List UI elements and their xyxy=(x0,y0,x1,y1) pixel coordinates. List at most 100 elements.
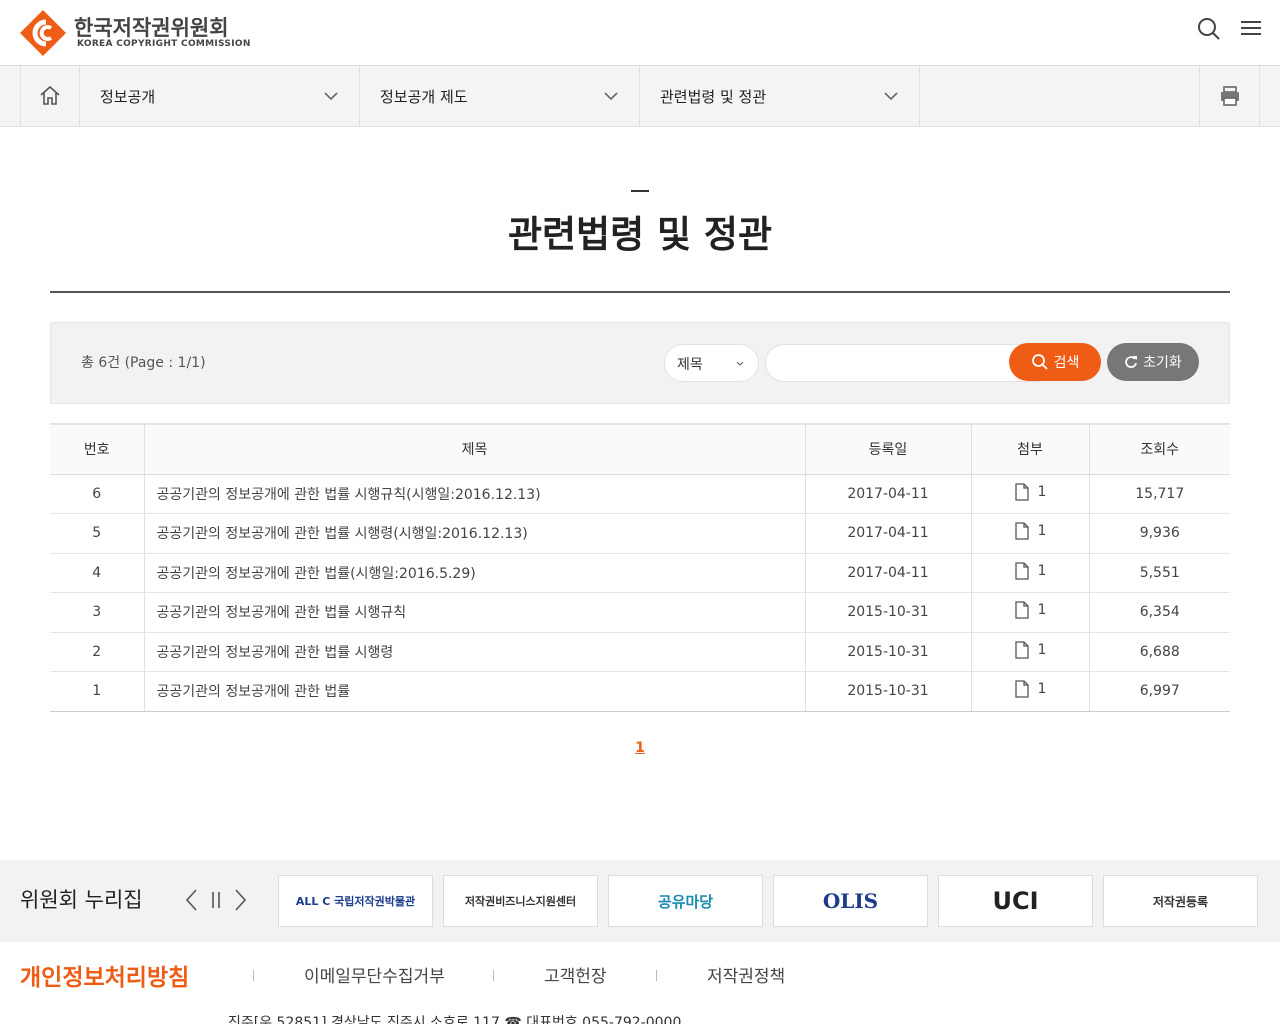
attachment-count: 1 xyxy=(1037,562,1047,579)
family-banner-copyright-registration[interactable]: 저작권등록 xyxy=(1103,875,1258,927)
row-number: 2 xyxy=(50,632,145,672)
row-views: 6,354 xyxy=(1089,592,1230,633)
home-button[interactable] xyxy=(20,66,80,126)
row-date: 2015-10-31 xyxy=(805,592,972,633)
title-divider xyxy=(50,291,1230,293)
nav-dropdown-3[interactable]: 관련법령 및 정관 xyxy=(640,66,920,126)
chevron-down-icon xyxy=(604,92,618,101)
banner-text: ALL C 국립저작권박물관 xyxy=(295,895,416,908)
column-header: 조회수 xyxy=(1089,423,1230,475)
row-attachment[interactable]: 1 xyxy=(971,592,1090,633)
file-icon xyxy=(1014,601,1029,619)
customer-charter-link[interactable]: 고객헌장 xyxy=(544,962,607,987)
row-views: 9,936 xyxy=(1089,513,1230,554)
reset-button[interactable]: 초기화 xyxy=(1107,343,1199,381)
column-header: 번호 xyxy=(50,423,145,475)
table-row[interactable]: 5 공공기관의 정보공개에 관한 법률 시행령(시행일:2016.12.13) … xyxy=(50,513,1230,554)
table-row[interactable]: 3 공공기관의 정보공개에 관한 법률 시행규칙 2015-10-31 1 6,… xyxy=(50,592,1230,633)
site-header: 한국저작권위원회 KOREA COPYRIGHT COMMISSION xyxy=(0,0,1280,66)
attachment-count: 1 xyxy=(1037,523,1047,540)
title-decoration xyxy=(631,190,649,192)
divider xyxy=(656,970,657,981)
family-banner-olis[interactable]: OLIS xyxy=(773,875,928,927)
file-icon xyxy=(1014,680,1029,698)
search-button[interactable]: 검색 xyxy=(1009,343,1101,381)
board-table: 번호 제목 등록일 첨부 조회수 6 공공기관의 정보공개에 관한 법률 시행규… xyxy=(50,423,1230,712)
location-nav: 정보공개 정보공개 제도 관련법령 및 정관 xyxy=(0,66,1280,127)
file-icon xyxy=(1014,641,1029,659)
row-date: 2017-04-11 xyxy=(805,513,972,554)
nav-dropdown-label: 정보공개 xyxy=(100,88,156,106)
row-attachment[interactable]: 1 xyxy=(971,474,1090,514)
row-number: 1 xyxy=(50,671,145,712)
result-count: 총 6건 (Page : 1/1) xyxy=(81,355,206,371)
row-title-link[interactable]: 공공기관의 정보공개에 관한 법률(시행일:2016.5.29) xyxy=(144,553,806,593)
search-icon xyxy=(1031,354,1048,370)
divider xyxy=(253,970,254,981)
print-icon xyxy=(1220,86,1239,106)
chevron-left-icon[interactable] xyxy=(182,887,202,913)
row-number: 3 xyxy=(50,592,145,633)
table-header-row: 번호 제목 등록일 첨부 조회수 xyxy=(50,423,1230,475)
search-field-select[interactable]: 제목 xyxy=(664,344,759,382)
chevron-right-icon[interactable] xyxy=(230,887,250,913)
row-title-link[interactable]: 공공기관의 정보공개에 관한 법률 시행규칙(시행일:2016.12.13) xyxy=(144,474,806,514)
table-row[interactable]: 2 공공기관의 정보공개에 관한 법률 시행령 2015-10-31 1 6,6… xyxy=(50,632,1230,672)
row-date: 2015-10-31 xyxy=(805,671,972,712)
pause-icon[interactable] xyxy=(206,887,226,913)
family-banner-allc[interactable]: ALL C 국립저작권박물관 xyxy=(278,875,433,927)
print-button[interactable] xyxy=(1200,66,1260,126)
row-title-link[interactable]: 공공기관의 정보공개에 관한 법률 xyxy=(144,671,806,712)
chevron-down-icon xyxy=(884,92,898,101)
reset-button-label: 초기화 xyxy=(1143,355,1182,371)
home-icon xyxy=(40,85,60,105)
logo-text-english: KOREA COPYRIGHT COMMISSION xyxy=(77,39,251,49)
table-row[interactable]: 6 공공기관의 정보공개에 관한 법률 시행규칙(시행일:2016.12.13)… xyxy=(50,474,1230,514)
row-title-link[interactable]: 공공기관의 정보공개에 관한 법률 시행규칙 xyxy=(144,592,806,633)
row-attachment[interactable]: 1 xyxy=(971,671,1090,712)
column-header: 등록일 xyxy=(805,423,972,475)
row-views: 5,551 xyxy=(1089,553,1230,593)
file-icon xyxy=(1014,483,1029,501)
banner-text: OLIS xyxy=(822,889,879,913)
nav-dropdown-2[interactable]: 정보공개 제도 xyxy=(360,66,640,126)
file-icon xyxy=(1014,522,1029,540)
row-views: 6,688 xyxy=(1089,632,1230,672)
table-row[interactable]: 4 공공기관의 정보공개에 관한 법률(시행일:2016.5.29) 2017-… xyxy=(50,553,1230,593)
row-title-link[interactable]: 공공기관의 정보공개에 관한 법률 시행령(시행일:2016.12.13) xyxy=(144,513,806,554)
row-title-link[interactable]: 공공기관의 정보공개에 관한 법률 시행령 xyxy=(144,632,806,672)
email-refusal-link[interactable]: 이메일무단수집거부 xyxy=(304,962,445,987)
nav-dropdown-1[interactable]: 정보공개 xyxy=(80,66,360,126)
logo-text-korean: 한국저작권위원회 xyxy=(74,16,229,40)
row-date: 2017-04-11 xyxy=(805,553,972,593)
search-icon[interactable] xyxy=(1194,14,1224,44)
refresh-icon xyxy=(1125,356,1138,368)
hamburger-menu-icon[interactable] xyxy=(1236,14,1266,44)
table-row[interactable]: 1 공공기관의 정보공개에 관한 법률 2015-10-31 1 6,997 xyxy=(50,671,1230,712)
attachment-count: 1 xyxy=(1037,681,1047,698)
column-header: 첨부 xyxy=(971,423,1090,475)
logo-mark-icon xyxy=(20,10,66,56)
row-attachment[interactable]: 1 xyxy=(971,553,1090,593)
row-attachment[interactable]: 1 xyxy=(971,632,1090,672)
chevron-down-icon xyxy=(324,92,338,101)
nav-spacer xyxy=(920,66,1200,126)
family-sites-title: 위원회 누리집 xyxy=(20,888,143,912)
column-header: 제목 xyxy=(144,423,806,475)
nav-dropdown-label: 정보공개 제도 xyxy=(380,88,468,106)
row-attachment[interactable]: 1 xyxy=(971,513,1090,554)
row-views: 15,717 xyxy=(1089,474,1230,514)
page-title: 관련법령 및 정관 xyxy=(507,213,773,256)
family-banner-uci[interactable]: UCI xyxy=(938,875,1093,927)
copyright-policy-link[interactable]: 저작권정책 xyxy=(707,962,785,987)
row-date: 2017-04-11 xyxy=(805,474,972,514)
family-banner-gongu[interactable]: 공유마당 xyxy=(608,875,763,927)
pagination-current-page[interactable]: 1 xyxy=(632,740,648,756)
site-logo[interactable]: 한국저작권위원회 KOREA COPYRIGHT COMMISSION xyxy=(18,8,258,58)
row-date: 2015-10-31 xyxy=(805,632,972,672)
family-banner-business-center[interactable]: 저작권비즈니스지원센터 xyxy=(443,875,598,927)
privacy-policy-link[interactable]: 개인정보처리방침 xyxy=(20,958,189,992)
row-number: 5 xyxy=(50,513,145,554)
footer-links: 개인정보처리방침 이메일무단수집거부 고객헌장 저작권정책 xyxy=(0,942,1280,1002)
search-button-label: 검색 xyxy=(1053,355,1080,371)
